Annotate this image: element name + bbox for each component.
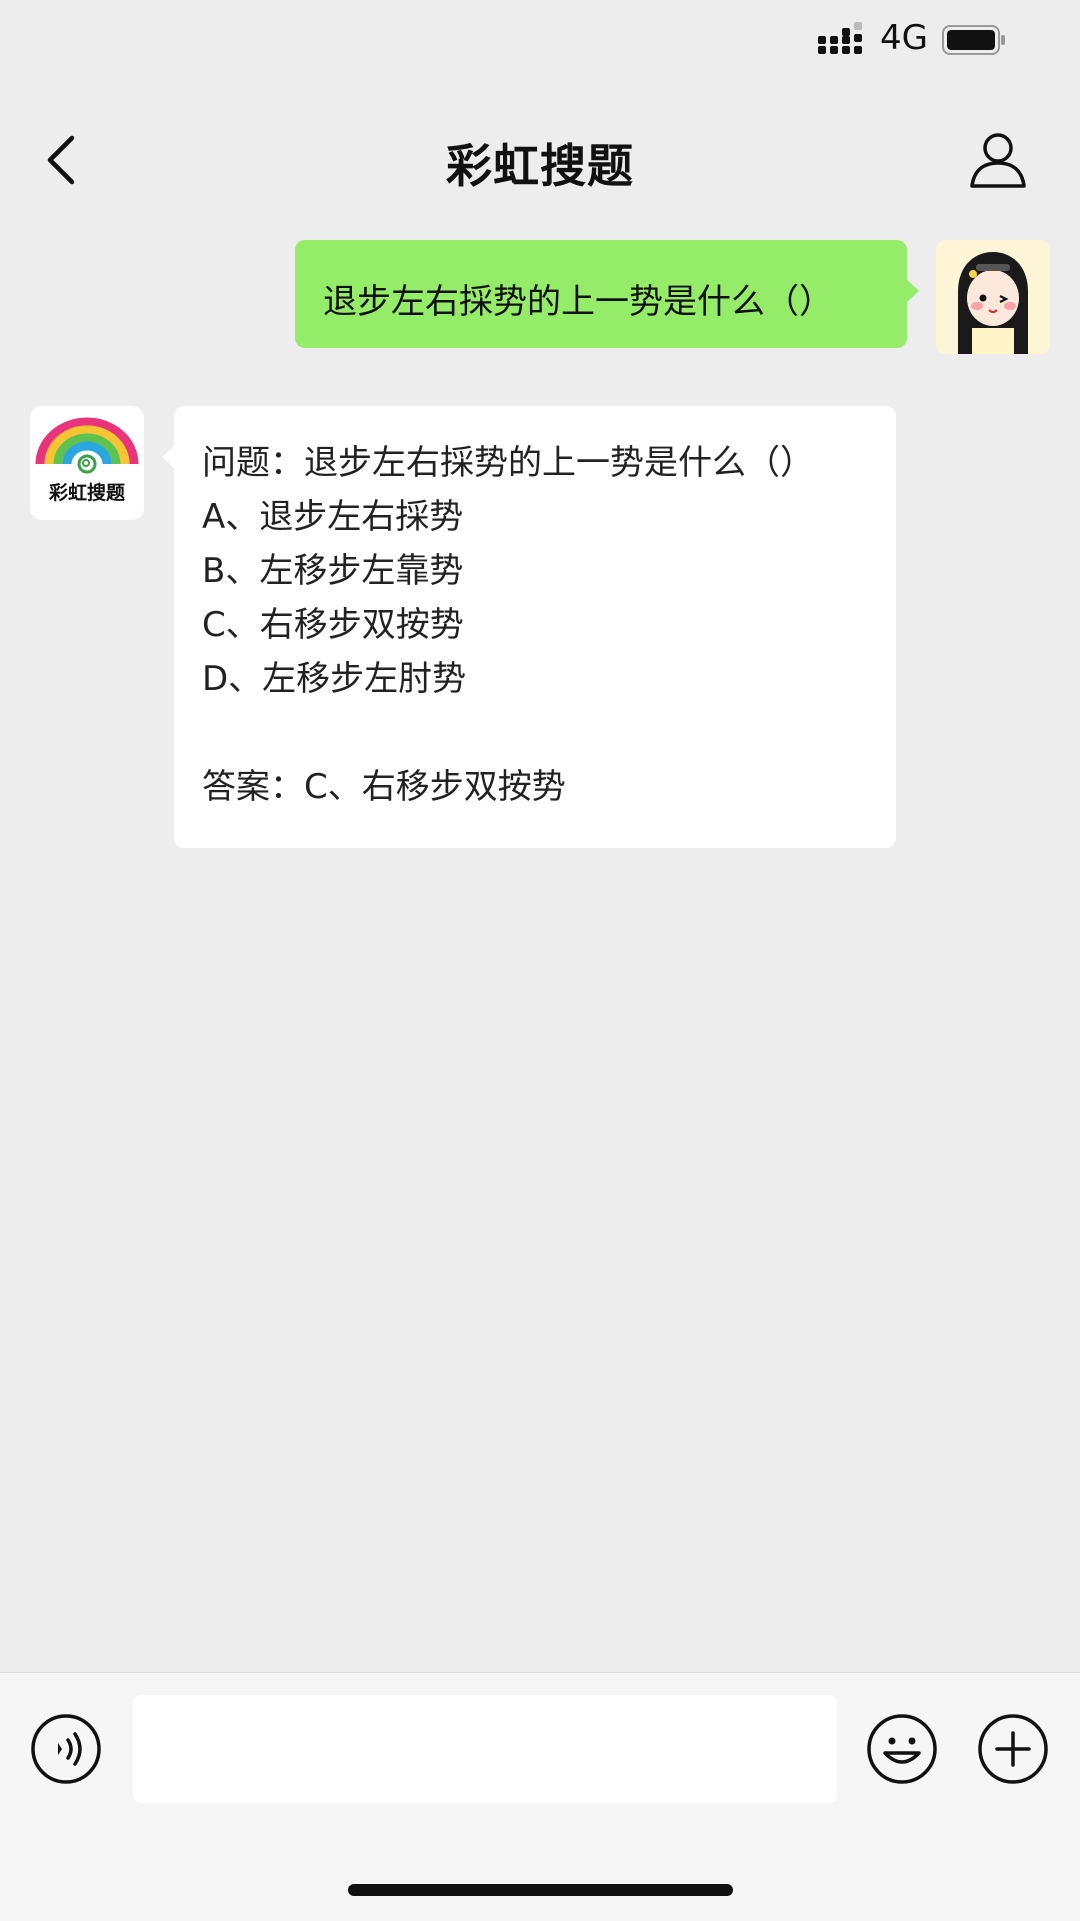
option-c: C、右移步双按势 — [202, 605, 464, 645]
rainbow-logo-icon — [35, 417, 139, 474]
home-indicator[interactable] — [348, 1884, 733, 1896]
bot-logo-label: 彩虹搜题 — [48, 482, 125, 504]
outgoing-message-text: 退步左右採势的上一势是什么（） — [323, 282, 833, 322]
status-bar: 4G — [0, 0, 1080, 90]
plus-icon[interactable] — [977, 1713, 1049, 1785]
message-input[interactable] — [133, 1695, 837, 1803]
answer-text: 答案：C、右移步双按势 — [202, 767, 566, 807]
outgoing-message-bubble[interactable]: 退步左右採势的上一势是什么（） — [295, 240, 919, 348]
option-b: B、左移步左靠势 — [202, 551, 464, 591]
emoji-icon[interactable] — [866, 1713, 938, 1785]
option-a: A、退步左右採势 — [202, 497, 464, 537]
network-type: 4G — [880, 18, 928, 58]
signal-icon — [818, 22, 862, 54]
battery-icon — [942, 25, 1005, 55]
nav-bar: 彩虹搜题 — [0, 110, 1080, 210]
person-icon[interactable] — [968, 130, 1028, 190]
page-title: 彩虹搜题 — [446, 139, 634, 193]
user-avatar[interactable] — [936, 240, 1050, 354]
incoming-message-bubble[interactable]: 问题：退步左右採势的上一势是什么（） A、退步左右採势 B、左移步左靠势 C、右… — [162, 406, 896, 848]
option-d: D、左移步左肘势 — [202, 659, 467, 699]
voice-icon[interactable] — [30, 1713, 102, 1785]
question-text: 问题：退步左右採势的上一势是什么（） — [202, 443, 814, 483]
bot-avatar[interactable]: 彩虹搜题 — [30, 406, 144, 520]
girl-avatar-icon — [936, 240, 1050, 354]
